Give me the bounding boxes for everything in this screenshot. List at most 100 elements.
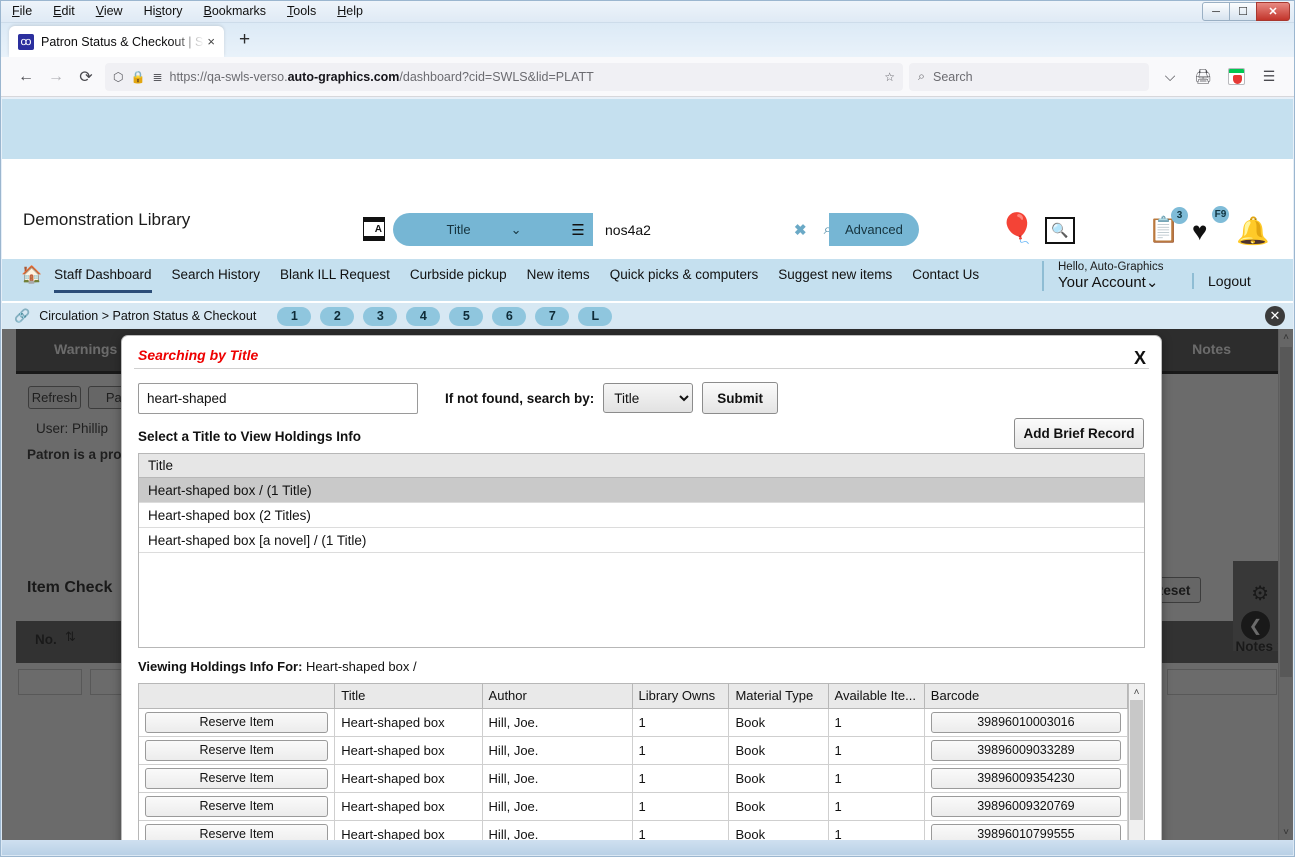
scrollbar-thumb[interactable] [1130, 700, 1143, 820]
barcode-button[interactable]: 39896009354230 [930, 767, 1121, 789]
list-item[interactable]: Heart-shaped box [a novel] / (1 Title) [139, 528, 1144, 553]
advanced-search-button[interactable]: Advanced [829, 213, 919, 246]
close-window-button[interactable]: ✕ [1256, 2, 1290, 21]
page-pill-l[interactable]: L [578, 306, 613, 326]
my-lists-badge: 3 [1171, 207, 1188, 224]
translate-icon[interactable]: A [363, 217, 385, 241]
hamburger-menu-icon[interactable]: ☰ [1254, 63, 1284, 91]
menu-tools[interactable]: Tools [284, 3, 319, 19]
discover-search-icon[interactable]: 🔍 [1045, 217, 1075, 244]
cell-action: Reserve Item [139, 792, 336, 821]
column-header-material-type: Material Type [728, 684, 829, 709]
logout-link[interactable]: Logout [1192, 273, 1251, 289]
nav-link-suggest-new-items[interactable]: Suggest new items [778, 267, 892, 293]
browser-tab[interactable]: Patron Status & Checkout | SWL × [9, 26, 224, 57]
nav-link-new-items[interactable]: New items [527, 267, 590, 293]
holdings-scrollbar[interactable]: ˄ ˅ [1128, 684, 1144, 840]
reserve-item-button[interactable]: Reserve Item [145, 711, 329, 733]
extension-icon[interactable] [1221, 63, 1251, 91]
search-scope-dropdown[interactable]: Title ⌄ [393, 213, 563, 246]
cell-author: Hill, Joe. [482, 820, 633, 840]
cell-author: Hill, Joe. [482, 764, 633, 793]
new-tab-button[interactable]: + [239, 30, 250, 49]
account-menu[interactable]: Hello, Auto-Graphics Your Account⌄ [1042, 261, 1163, 292]
nav-link-blank-ill-request[interactable]: Blank ILL Request [280, 267, 390, 293]
reload-icon[interactable]: ⟳ [71, 63, 101, 91]
menu-file[interactable]: FFileile [9, 3, 35, 19]
cell-title: Heart-shaped box [334, 736, 483, 765]
table-row: Reserve Item Heart-shaped box Hill, Joe. 1 B… [139, 708, 1129, 737]
fallback-search-by-select[interactable]: Title [603, 383, 694, 413]
page-pill-6[interactable]: 6 [492, 306, 527, 326]
cell-action: 39896009033289 [924, 736, 1129, 765]
browser-window: FFileile Edit View History Bookmarks Too… [0, 0, 1295, 857]
add-brief-record-button[interactable]: Add Brief Record [1014, 418, 1144, 449]
list-item[interactable]: Heart-shaped box / (1 Title) [139, 478, 1144, 503]
barcode-button[interactable]: 39896009320769 [930, 795, 1121, 817]
minimize-button[interactable]: ─ [1202, 2, 1230, 21]
cell-library-owns: 1 [632, 792, 730, 821]
nav-link-quick-picks[interactable]: Quick picks & computers [610, 267, 759, 293]
url-bar[interactable]: ⬡ 🔒 ≣ https://qa-swls-verso.auto-graphic… [105, 62, 903, 91]
favorites-heart-icon[interactable]: ♥ [1192, 216, 1207, 247]
permissions-icon: ≣ [152, 69, 163, 84]
close-icon[interactable]: ✕ [1265, 306, 1285, 326]
scroll-up-icon[interactable]: ˄ [1129, 684, 1144, 700]
cell-title: Heart-shaped box [334, 792, 483, 821]
page-pill-1[interactable]: 1 [277, 306, 312, 326]
search-input[interactable] [603, 220, 788, 239]
breadcrumb-bar: 🔗 Circulation > Patron Status & Checkout… [2, 303, 1293, 329]
nav-link-staff-dashboard[interactable]: Staff Dashboard [54, 267, 152, 293]
reserve-item-button[interactable]: Reserve Item [145, 767, 329, 789]
print-icon[interactable]: 🖨 [1188, 63, 1218, 91]
balloon-icon[interactable]: 🎈 [999, 215, 1035, 244]
tab-strip: Patron Status & Checkout | SWL × + [1, 23, 1294, 57]
nav-link-contact-us[interactable]: Contact Us [912, 267, 979, 293]
column-header-title: Title [334, 684, 483, 709]
page-pill-5[interactable]: 5 [449, 306, 484, 326]
home-icon[interactable]: 🏠 [21, 265, 42, 285]
your-account-label: Your Account⌄ [1058, 274, 1159, 292]
cell-available-items: 1 [828, 792, 925, 821]
forward-icon[interactable]: → [41, 63, 71, 91]
lock-icon: 🔒 [130, 69, 146, 84]
barcode-button[interactable]: 39896010003016 [930, 711, 1121, 733]
reserve-item-button[interactable]: Reserve Item [145, 823, 329, 840]
cell-material-type: Book [728, 792, 829, 821]
title-search-input[interactable] [138, 382, 418, 414]
menu-view[interactable]: View [93, 3, 126, 19]
nav-link-curbside-pickup[interactable]: Curbside pickup [410, 267, 507, 293]
page-pill-2[interactable]: 2 [320, 306, 355, 326]
pocket-icon[interactable]: ⌵ [1155, 63, 1185, 91]
maximize-button[interactable]: ☐ [1229, 2, 1257, 21]
menu-edit[interactable]: Edit [50, 3, 78, 19]
window-bottom-strip [2, 840, 1293, 855]
page-pill-4[interactable]: 4 [406, 306, 441, 326]
notifications-bell-icon[interactable]: 🔔 [1236, 215, 1270, 247]
page-pill-3[interactable]: 3 [363, 306, 398, 326]
submit-button[interactable]: Submit [702, 382, 779, 414]
global-search-field[interactable]: ✖ ⌕ [593, 213, 832, 246]
back-icon[interactable]: ← [11, 63, 41, 91]
reserve-item-button[interactable]: Reserve Item [145, 739, 329, 761]
barcode-button[interactable]: 39896010799555 [930, 823, 1121, 840]
clear-search-icon[interactable]: ✖ [794, 221, 807, 239]
bookmark-star-icon[interactable]: ☆ [884, 70, 895, 84]
tab-close-icon[interactable]: × [204, 34, 218, 49]
column-header-action [139, 684, 336, 709]
browser-search-bar[interactable]: ⌕ Search [909, 62, 1149, 91]
if-not-found-label: If not found, search by: [445, 390, 595, 406]
menu-help[interactable]: Help [334, 3, 366, 19]
nav-links: Staff Dashboard Search History Blank ILL… [54, 267, 979, 293]
dialog-close-button[interactable]: X [1134, 348, 1146, 369]
cell-action: 39896009320769 [924, 792, 1129, 821]
page-pill-7[interactable]: 7 [535, 306, 570, 326]
barcode-button[interactable]: 39896009033289 [930, 739, 1121, 761]
menu-history[interactable]: History [141, 3, 186, 19]
database-icon[interactable]: ☰ [563, 213, 593, 246]
cell-action: Reserve Item [139, 708, 336, 737]
menu-bookmarks[interactable]: Bookmarks [201, 3, 270, 19]
list-item[interactable]: Heart-shaped box (2 Titles) [139, 503, 1144, 528]
reserve-item-button[interactable]: Reserve Item [145, 795, 329, 817]
nav-link-search-history[interactable]: Search History [172, 267, 261, 293]
